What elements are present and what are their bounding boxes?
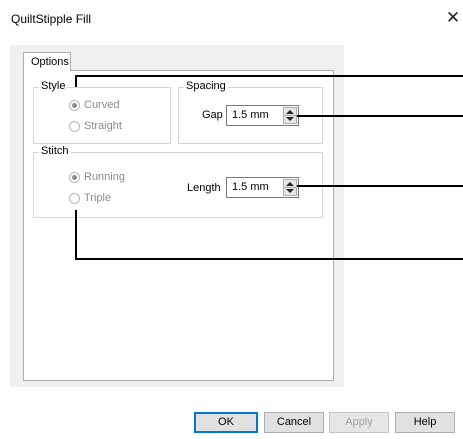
radio-curved-indicator: [69, 99, 80, 111]
stitch-group-label: Stitch: [39, 145, 71, 157]
radio-straight[interactable]: Straight: [69, 120, 122, 132]
apply-button[interactable]: Apply: [329, 412, 389, 433]
spin-up-arrow-icon[interactable]: [286, 110, 294, 114]
style-groupbox: Style: [33, 80, 171, 144]
tab-options-label: Options: [31, 56, 69, 68]
gap-value: 1.5 mm: [232, 109, 269, 121]
close-button[interactable]: ✕: [442, 8, 463, 30]
callout-line-stitch: [75, 258, 463, 260]
help-button[interactable]: Help: [395, 412, 455, 433]
radio-straight-indicator: [69, 120, 80, 132]
tab-options[interactable]: Options: [23, 52, 71, 71]
gap-spin-buttons[interactable]: [283, 107, 297, 124]
radio-curved[interactable]: Curved: [69, 99, 119, 111]
length-spinbox[interactable]: 1.5 mm: [226, 177, 299, 198]
length-spin-buttons[interactable]: [283, 179, 297, 196]
radio-triple-label: Triple: [84, 192, 112, 204]
callout-line-stitch-drop: [75, 210, 77, 260]
spacing-group-label: Spacing: [184, 80, 228, 92]
length-value: 1.5 mm: [232, 181, 269, 193]
style-group-label: Style: [39, 80, 68, 92]
radio-running-indicator: [69, 171, 80, 183]
radio-triple[interactable]: Triple: [69, 192, 111, 204]
ok-button[interactable]: OK: [194, 412, 258, 433]
callout-line-style-drop: [75, 75, 77, 87]
window-title: QuiltStipple Fill: [11, 12, 92, 26]
close-icon: ✕: [445, 8, 461, 27]
callout-line-gap: [297, 115, 463, 117]
radio-triple-indicator: [69, 192, 80, 204]
title-bar: QuiltStipple Fill ✕: [0, 0, 463, 36]
radio-running[interactable]: Running: [69, 171, 125, 183]
radio-curved-label: Curved: [84, 99, 120, 111]
cancel-button[interactable]: Cancel: [264, 412, 324, 433]
spin-down-arrow-icon[interactable]: [286, 189, 294, 193]
callout-line-style: [75, 75, 463, 77]
length-label: Length: [187, 182, 221, 194]
gap-label: Gap: [202, 109, 223, 121]
spin-divider: [284, 115, 296, 116]
radio-straight-label: Straight: [84, 120, 122, 132]
spin-down-arrow-icon[interactable]: [286, 117, 294, 121]
gap-spinbox[interactable]: 1.5 mm: [226, 105, 299, 126]
spin-up-arrow-icon[interactable]: [286, 182, 294, 186]
spin-divider: [284, 187, 296, 188]
callout-line-length: [297, 185, 463, 187]
radio-running-label: Running: [84, 171, 125, 183]
